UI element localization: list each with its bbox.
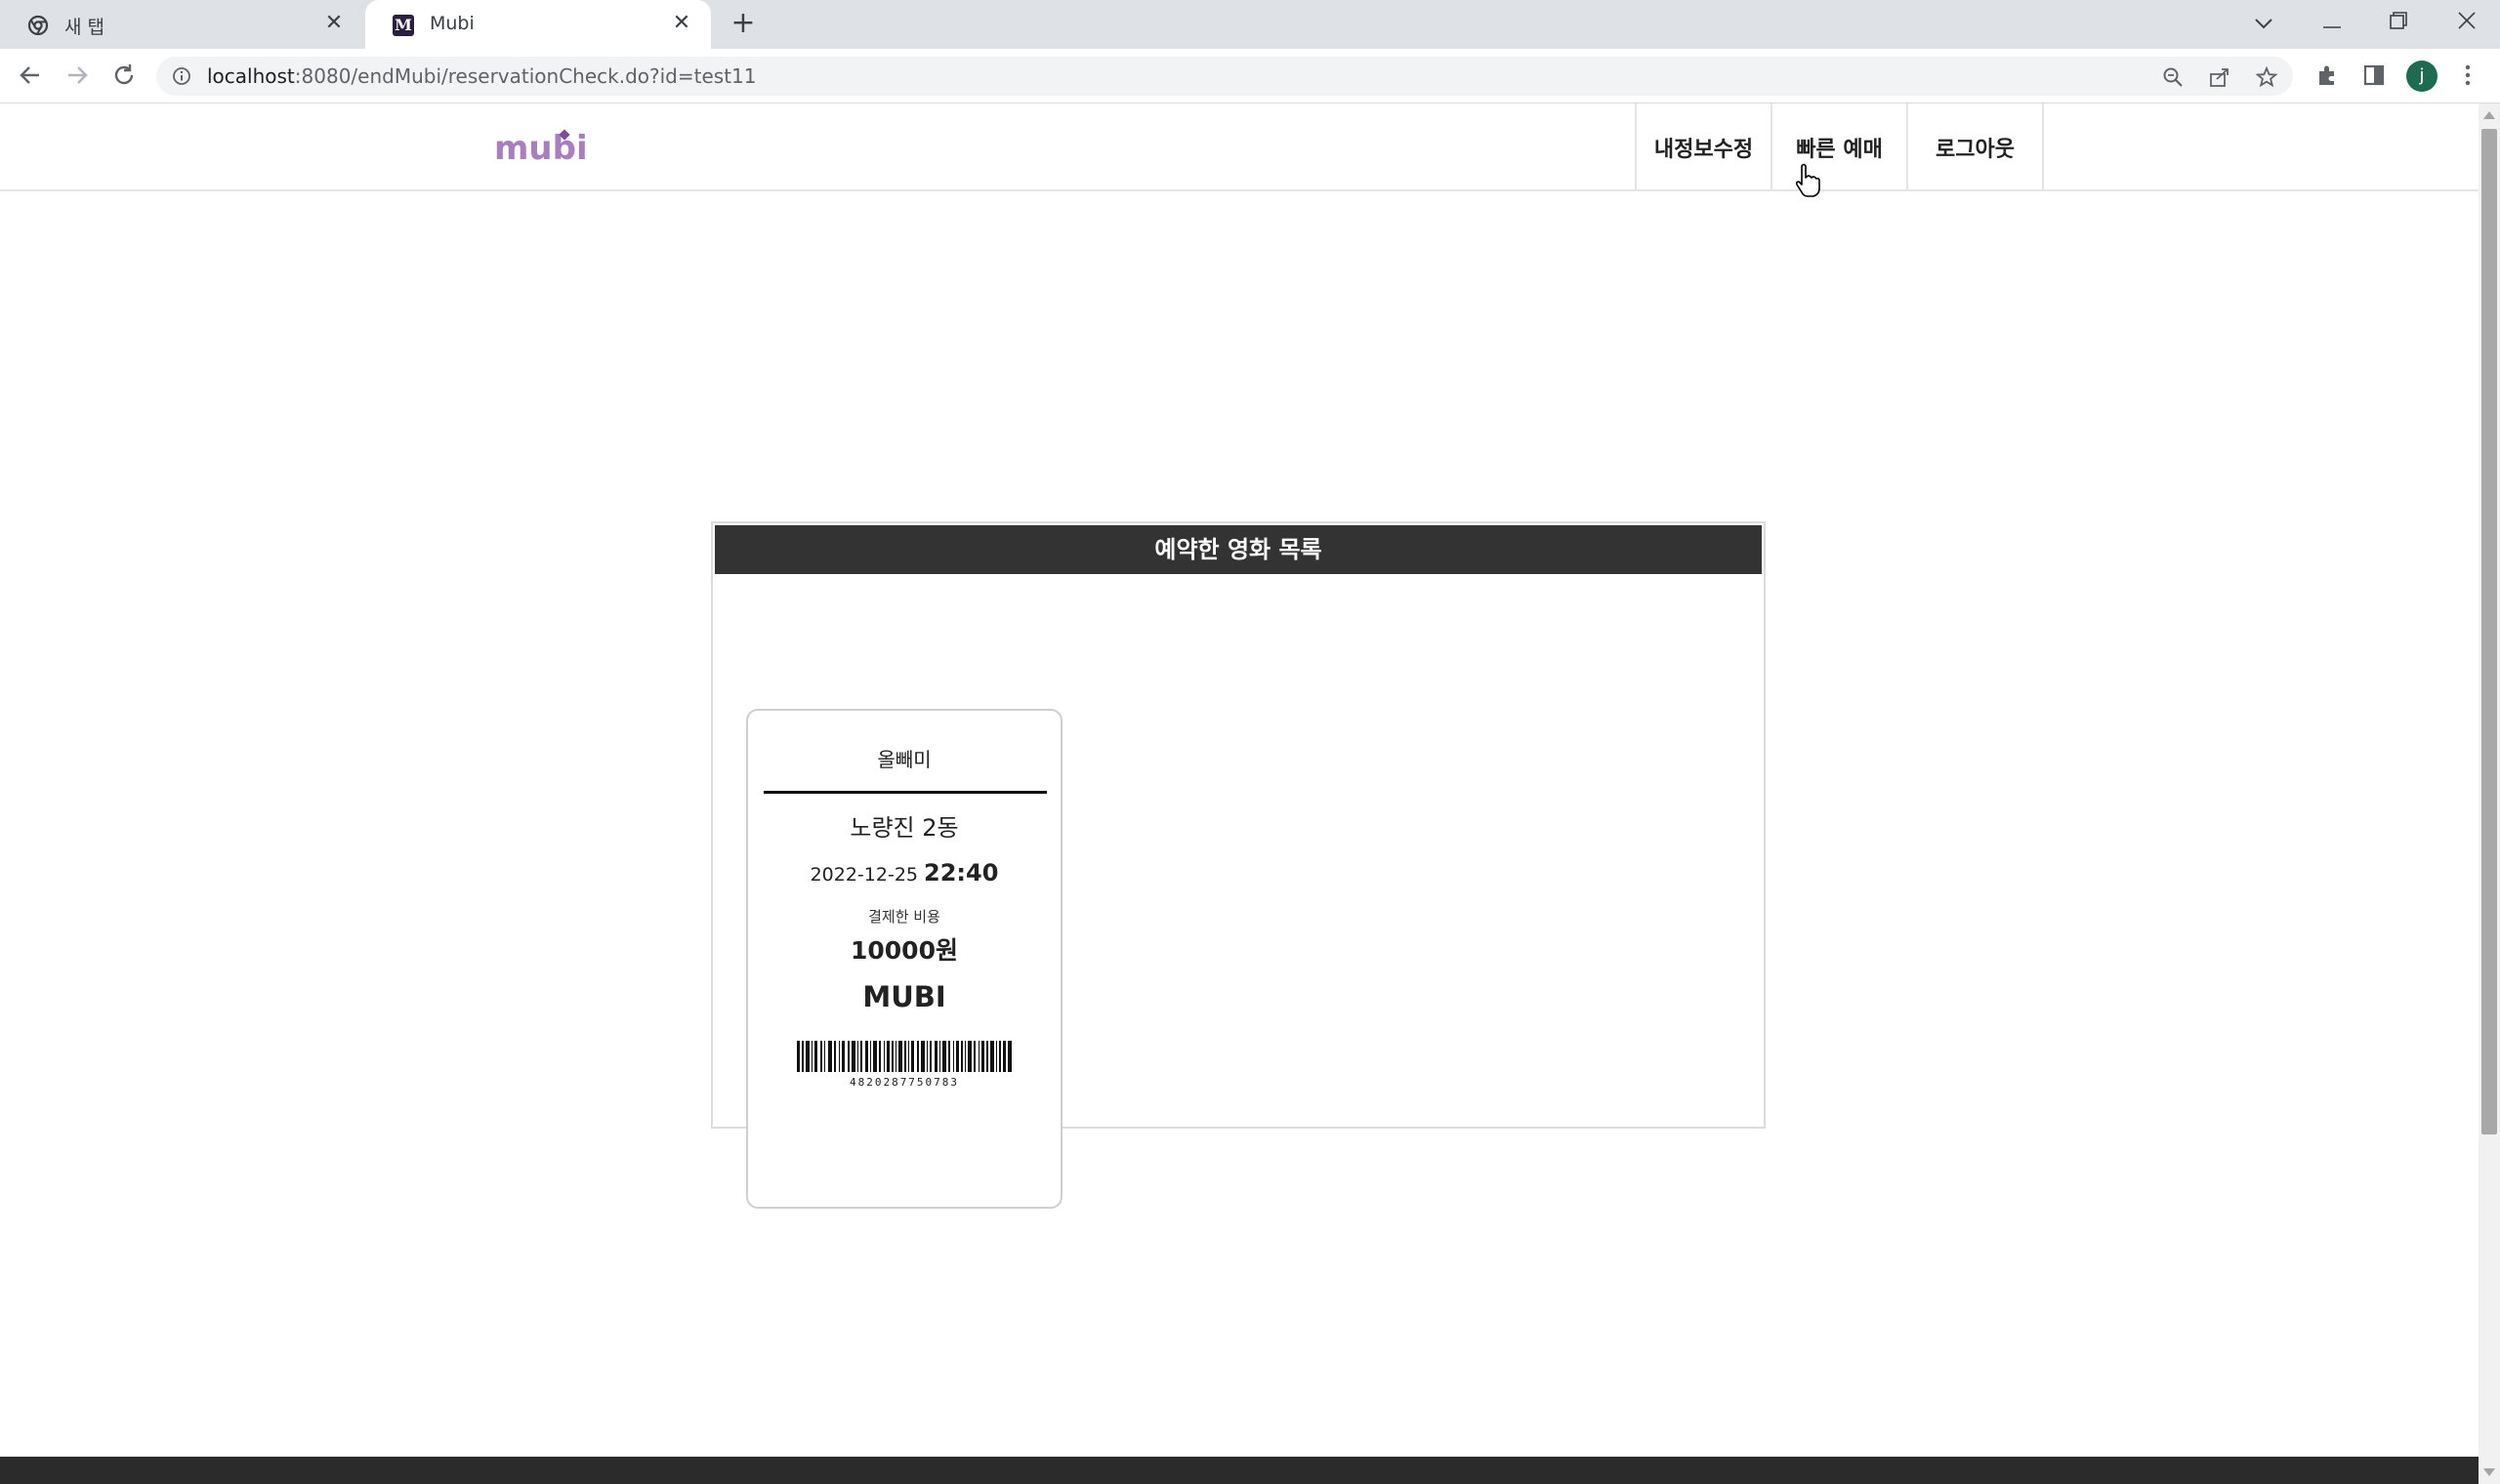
- side-panel-icon[interactable]: [2361, 62, 2387, 88]
- browser-toolbar: localhost:8080/endMubi/reservationCheck.…: [0, 49, 2500, 103]
- tab-new-tab[interactable]: 새 탭 ✕: [0, 0, 363, 49]
- site-footer: [0, 1457, 2479, 1484]
- url-host: localhost: [207, 64, 295, 88]
- extensions-puzzle-icon[interactable]: [2314, 62, 2340, 88]
- logo-text: mubi: [494, 129, 588, 168]
- url-text: localhost:8080/endMubi/reservationCheck.…: [207, 64, 757, 88]
- scroll-up-arrow-icon[interactable]: [2483, 111, 2495, 119]
- minimize-icon[interactable]: [2303, 6, 2361, 41]
- ticket-movie-title: 올빼미: [877, 748, 932, 771]
- tab-mubi[interactable]: M Mubi ✕: [365, 0, 711, 49]
- close-tab-icon[interactable]: ✕: [670, 12, 693, 35]
- forward-arrow-icon[interactable]: [62, 62, 92, 92]
- ticket-price: 10000원: [851, 936, 958, 965]
- more-menu-icon[interactable]: [2455, 62, 2480, 88]
- mubi-favicon-icon: M: [393, 15, 414, 36]
- restore-icon[interactable]: [2369, 6, 2428, 41]
- window-close-icon[interactable]: [2438, 6, 2496, 41]
- nav-logout[interactable]: 로그아웃: [1908, 103, 2044, 191]
- address-bar[interactable]: localhost:8080/endMubi/reservationCheck.…: [156, 57, 2293, 96]
- ticket-datetime: 2022-12-25 22:40: [748, 859, 1061, 886]
- scroll-down-arrow-icon[interactable]: [2483, 1468, 2495, 1476]
- chrome-icon: [27, 15, 49, 36]
- reservation-ticket[interactable]: 올빼미 노량진 2동 2022-12-25 22:40 결제한 비용 10000원…: [746, 709, 1062, 1209]
- new-tab-plus-icon[interactable]: +: [729, 9, 758, 39]
- profile-avatar[interactable]: j: [2406, 61, 2438, 92]
- ticket-time: 22:40: [924, 859, 999, 886]
- tab-search-chevron-icon[interactable]: [2234, 6, 2293, 41]
- ticket-brand: MUBI: [862, 980, 946, 1013]
- ticket-date: 2022-12-25: [810, 864, 918, 886]
- ticket-theater: 노량진 2동: [850, 814, 959, 842]
- mubi-logo[interactable]: mubi: [494, 129, 588, 168]
- page-scrollbar[interactable]: [2479, 103, 2500, 1484]
- scrollbar-thumb[interactable]: [2481, 129, 2497, 1134]
- barcode-number: 4820287750783: [849, 1076, 960, 1089]
- hand-cursor-icon: [1795, 163, 1820, 197]
- bookmark-star-icon[interactable]: [2255, 65, 2278, 88]
- tab-strip: 새 탭 ✕ M Mubi ✕ +: [0, 0, 2500, 49]
- ticket-price-label: 결제한 비용: [868, 908, 940, 926]
- close-tab-icon[interactable]: ✕: [322, 12, 346, 35]
- zoom-icon[interactable]: [2162, 66, 2184, 88]
- panel-title: 예약한 영화 목록: [715, 525, 1762, 574]
- nav-edit-profile[interactable]: 내정보수정: [1637, 103, 1772, 191]
- back-arrow-icon[interactable]: [16, 62, 45, 92]
- site-header: mubi 내정보수정 빠른 예매 로그아웃: [0, 103, 2479, 191]
- ticket-divider: [764, 791, 1047, 794]
- tab-title: Mubi: [430, 13, 475, 34]
- reload-icon[interactable]: [109, 62, 139, 92]
- site-info-icon[interactable]: [172, 66, 191, 86]
- url-path: :8080/endMubi/reservationCheck.do?id=tes…: [294, 64, 757, 88]
- site-nav: 내정보수정 빠른 예매 로그아웃: [1635, 103, 2044, 191]
- share-icon[interactable]: [2209, 66, 2230, 88]
- web-page: mubi 내정보수정 빠른 예매 로그아웃 예약한 영화 목록 올빼미 노량진 …: [0, 103, 2479, 1484]
- barcode-icon: [797, 1041, 1012, 1072]
- tab-title: 새 탭: [64, 17, 104, 38]
